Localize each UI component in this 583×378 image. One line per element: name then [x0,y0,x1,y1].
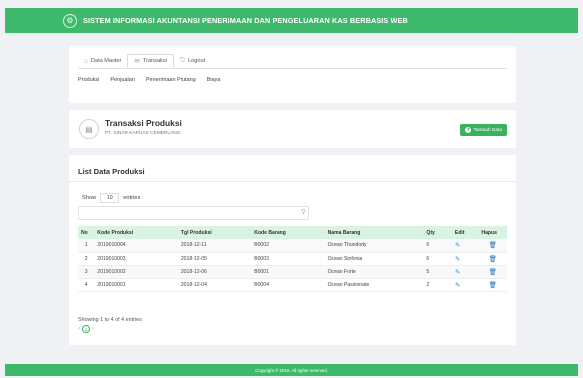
search-icon: ⚲ [300,209,306,216]
column-header-qty[interactable]: Qty [423,226,452,239]
column-header-no[interactable]: No [78,226,94,239]
cell-nama-barang: Ocean Passionate [324,278,424,292]
cell-kode-barang: B0003 [251,252,325,266]
table-row: 2 2019010003 2018-12-05 B0003 Ocean Sinf… [78,252,507,266]
list-title: List Data Produksi [78,167,145,176]
subnav-biaya[interactable]: Biaya [207,77,221,83]
page-1-button[interactable]: 1 [82,325,90,333]
cell-nama-barang: Ocean Forte [324,265,424,279]
cell-qty: 6 [423,252,452,266]
cell-kode-produksi: 2019010002 [94,265,178,279]
entries-select[interactable]: 10 [100,193,120,203]
column-header-hapus: Hapus [481,229,497,236]
tab-label: Data Master [90,58,122,64]
cell-edit: ✎ [451,239,479,253]
cell-tgl-produksi: 2018-12-04 [177,278,252,292]
cell-no: 1 [78,239,95,253]
tab-label: Logout [188,58,206,64]
cell-edit: ✎ [451,252,479,266]
add-data-label: Tambah Data [473,127,502,133]
cell-tgl-produksi: 2018-12-11 [177,239,252,253]
add-data-button[interactable]: + Tambah Data [460,124,507,136]
tab-data-master[interactable]: ⌂ Data Master [78,54,127,68]
main-tabs: ⌂ Data Master ✉ Transaksi ⎋ Logout [78,54,211,68]
cell-qty: 2 [423,278,452,292]
document-icon: ▤ [79,119,99,139]
cell-tgl-produksi: 2018-12-06 [177,265,252,279]
cell-nama-barang: Ocean Thundody [324,239,424,253]
entries-length-control: Show 10 entries [82,193,140,203]
page-header-card: ▤ Transaksi Produksi PT. SINAR KAPUAS CE… [69,110,516,148]
copyright-text: Copyright © 2018. All rights reserved. [255,367,328,373]
top-header-bar: ⚙ SISTEM INFORMASI AKUNTANSI PENERIMAAN … [5,8,578,33]
cell-no: 3 [78,265,95,279]
cell-qty: 5 [423,265,452,279]
tab-divider [78,68,507,69]
navigation-card: ⌂ Data Master ✉ Transaksi ⎋ Logout Produ… [69,46,516,103]
cell-tgl-produksi: 2018-12-05 [177,252,252,266]
cell-kode-barang: B0004 [251,278,325,292]
cell-no: 2 [78,252,95,266]
sub-navigation: Produksi Penjualan Penerimaan Piutang Bi… [78,77,220,83]
search-input[interactable]: ⚲ [78,206,309,220]
emblem-icon: ⚙ [63,13,77,28]
edit-icon[interactable]: ✎ [455,282,460,289]
list-card: List Data Produksi Show 10 entries ⚲ No … [69,155,516,345]
subnav-produksi[interactable]: Produksi [78,77,99,83]
list-divider [69,181,516,182]
table-row: 3 2019010002 2018-12-06 B0001 Ocean Fort… [78,265,507,279]
cell-kode-barang: B0001 [251,265,325,279]
cell-kode-produksi: 2019010004 [94,239,178,253]
edit-icon[interactable]: ✎ [455,269,460,276]
mail-icon: ✉ [134,58,140,65]
footer: Copyright © 2018. All rights reserved. [5,364,578,376]
home-icon: ⌂ [84,57,88,65]
cell-hapus: 🗑 [478,252,507,266]
cell-hapus: 🗑 [478,278,507,292]
subnav-penerimaan-piutang[interactable]: Penerimaan Piutang [146,77,196,83]
production-table: No Kode Produksi Tgl Produksi Kode Baran… [78,226,507,292]
edit-icon[interactable]: ✎ [455,256,460,263]
cell-kode-produksi: 2019010001 [94,278,178,292]
trash-icon[interactable]: 🗑 [489,256,497,263]
cell-qty: 6 [423,239,452,253]
logout-icon: ⎋ [179,57,186,64]
edit-icon[interactable]: ✎ [455,242,460,249]
pagination: ‹ 1 › [78,325,94,333]
cell-kode-produksi: 2019010003 [94,252,178,266]
plus-icon: + [465,127,472,133]
table-info: Showing 1 to 4 of 4 entries [78,317,142,323]
column-header-nama-barang[interactable]: Nama Barang [325,226,424,239]
cell-kode-barang: B0002 [251,239,325,253]
cell-hapus: 🗑 [478,239,507,253]
page-title: Transaksi Produksi [105,118,182,128]
cell-hapus: 🗑 [478,265,507,279]
column-header-tgl-produksi[interactable]: Tgl Produksi [178,226,251,239]
entries-label: entries [123,195,141,201]
table-row: 4 2019010001 2018-12-04 B0004 Ocean Pass… [78,278,507,292]
prev-page-button[interactable]: ‹ [78,326,80,332]
cell-edit: ✎ [451,265,479,279]
app-title: SISTEM INFORMASI AKUNTANSI PENERIMAAN DA… [83,16,408,25]
column-header-kode-barang[interactable]: Kode Barang [251,226,324,239]
trash-icon[interactable]: 🗑 [489,242,497,249]
tab-label: Transaksi [142,58,167,64]
table-header-row: No Kode Produksi Tgl Produksi Kode Baran… [78,226,507,239]
tab-logout[interactable]: ⎋ Logout [174,54,211,68]
column-header-edit: Edit [454,229,465,236]
trash-icon[interactable]: 🗑 [489,282,497,289]
table-row: 1 2019010004 2018-12-11 B0002 Ocean Thun… [78,239,507,253]
cell-nama-barang: Ocean Sinfonia [324,252,424,266]
column-header-kode-produksi[interactable]: Kode Produksi [94,226,178,239]
cell-no: 4 [78,278,95,292]
show-label: Show [82,195,97,201]
tab-transaksi[interactable]: ✉ Transaksi [127,54,174,68]
next-page-button[interactable]: › [92,326,94,332]
subnav-penjualan[interactable]: Penjualan [110,77,134,83]
company-name: PT. SINAR KAPUAS CEMERLANG [105,131,181,136]
trash-icon[interactable]: 🗑 [489,269,497,276]
cell-edit: ✎ [451,278,479,292]
